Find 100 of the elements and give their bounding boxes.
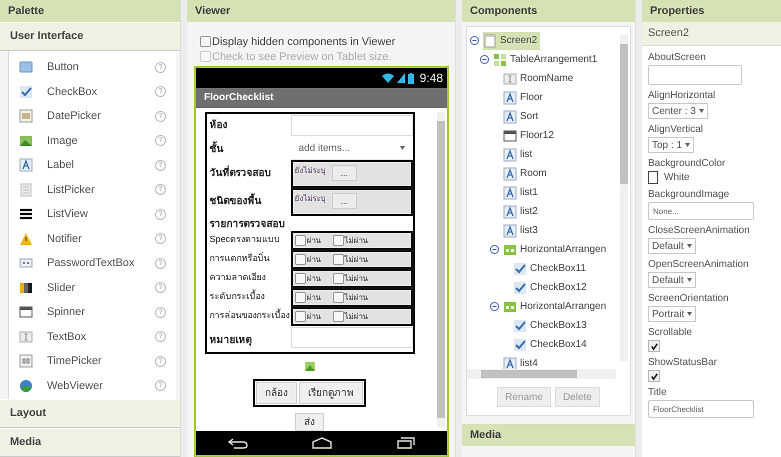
checkbox[interactable]: ผ่าน — [294, 291, 320, 304]
tree-item[interactable]: HorizontalArrangen — [503, 298, 610, 316]
section-header[interactable]: Layout — [0, 399, 180, 428]
color-name: White — [664, 172, 690, 183]
panel-header: Media — [462, 424, 635, 446]
palette-item[interactable]: TextBox — [47, 330, 141, 343]
checkbox[interactable] — [648, 370, 660, 382]
recent-apps-icon[interactable] — [396, 437, 415, 449]
palette-item[interactable]: DatePicker — [47, 110, 141, 122]
phone-button[interactable]: กล้อง — [256, 382, 297, 404]
collapse-icon[interactable] — [480, 55, 489, 64]
palette-item[interactable]: Notifier — [47, 232, 141, 245]
palette-item[interactable]: Label — [47, 159, 141, 172]
form-label: Specตรงตามแบบ — [208, 232, 282, 246]
palette-item[interactable]: WebViewer — [47, 380, 141, 392]
panel-header: Components — [462, 0, 635, 22]
letter-a-icon — [503, 356, 517, 369]
palette-item[interactable]: PasswordTextBox — [47, 257, 141, 270]
picker-button[interactable]: ... — [332, 193, 358, 209]
list-icon — [19, 182, 33, 197]
tree-item[interactable]: CheckBox14 — [513, 336, 590, 354]
tree-item[interactable]: list3 — [503, 222, 541, 240]
checkbox[interactable]: ผ่าน — [294, 272, 320, 285]
property-label: BackgroundImage — [648, 189, 730, 200]
back-icon[interactable] — [228, 437, 248, 449]
tree-item[interactable]: Room — [503, 164, 550, 182]
checkbox-label: Display hidden components in Viewer — [212, 36, 396, 48]
collapse-icon[interactable] — [470, 36, 479, 45]
tree-item[interactable]: Floor12 — [503, 126, 557, 144]
home-icon[interactable] — [312, 437, 332, 449]
palette-item[interactable]: ListPicker — [47, 184, 141, 196]
tree-item[interactable]: list2 — [503, 202, 541, 220]
checkbox[interactable]: ผ่าน — [294, 234, 320, 247]
tree-item[interactable]: CheckBox11 — [513, 260, 589, 278]
tree-item[interactable]: HorizontalArrangen — [503, 240, 610, 258]
dropdown[interactable]: Default — [648, 272, 696, 288]
palette-item[interactable]: Image — [47, 134, 141, 147]
checkbox[interactable]: ไม่ผ่าน — [332, 253, 368, 266]
checkbox[interactable]: ไม่ผ่าน — [332, 310, 368, 323]
scrollbar[interactable] — [620, 35, 628, 361]
section-header[interactable]: User Interface — [0, 22, 180, 51]
battery-icon — [408, 72, 414, 84]
letter-a-icon — [503, 148, 517, 162]
globe-icon — [19, 378, 33, 393]
dropdown-icon — [19, 305, 33, 320]
dropdown[interactable]: Top : 1 — [648, 137, 694, 153]
palette-item[interactable]: Slider — [47, 282, 141, 294]
tree-item[interactable]: list — [503, 146, 536, 164]
section-heading: รายการตรวจสอบ — [208, 218, 286, 231]
text-field[interactable] — [290, 115, 412, 136]
text-field[interactable]: None... — [648, 202, 754, 220]
checkmark-icon — [19, 84, 33, 99]
palette-item[interactable]: CheckBox — [47, 86, 141, 98]
collapse-icon[interactable] — [490, 302, 499, 311]
image-icon — [304, 362, 316, 371]
checkbox[interactable]: ไม่ผ่าน — [332, 291, 368, 304]
tree-item[interactable]: Floor — [503, 88, 546, 106]
collapse-icon[interactable] — [490, 245, 499, 254]
status-time: 9:48 — [420, 71, 443, 85]
dropdown[interactable]: Center : 3 — [648, 103, 708, 119]
picker-field[interactable]: ยังไม่ระบุ ... — [290, 160, 412, 188]
picker-button[interactable]: ... — [332, 165, 358, 181]
columns-icon — [503, 300, 517, 314]
checkbox[interactable]: ผ่าน — [294, 253, 320, 266]
wifi-icon — [382, 73, 394, 83]
dropdown[interactable]: Portrait — [648, 306, 696, 322]
palette-item[interactable]: ListView — [47, 208, 141, 220]
checkbox[interactable] — [648, 340, 660, 352]
tree-item[interactable]: Sort — [503, 108, 542, 126]
color-swatch[interactable] — [648, 171, 658, 184]
send-button[interactable]: ส่ง — [295, 412, 324, 431]
signal-icon — [396, 73, 405, 83]
checkbox[interactable]: ไม่ผ่าน — [332, 272, 368, 285]
picker-field[interactable]: ยังไม่ระบุ ... — [290, 188, 412, 216]
text-field[interactable] — [290, 327, 412, 348]
dropdown[interactable]: Default — [648, 238, 696, 254]
tree-item[interactable]: Screen2 — [483, 32, 540, 50]
palette-item[interactable]: Button — [47, 61, 141, 74]
tree-item[interactable]: CheckBox13 — [513, 316, 590, 334]
scrollbar[interactable] — [437, 112, 445, 427]
checkbox[interactable]: ไม่ผ่าน — [332, 234, 368, 247]
panel-header: Viewer — [187, 0, 455, 22]
checkbox[interactable]: ผ่าน — [294, 310, 320, 323]
text-field[interactable]: FloorChecklist — [648, 400, 754, 418]
palette-item[interactable]: Spinner — [47, 306, 141, 318]
tree-item[interactable]: list1 — [503, 184, 541, 202]
tree-item[interactable]: RoomName — [503, 70, 576, 88]
letter-a-icon — [503, 90, 517, 104]
scrollbar[interactable] — [467, 369, 616, 379]
letter-a-icon — [503, 110, 517, 124]
phone-button[interactable]: เรียกดูภาพ — [299, 382, 363, 404]
checkbox[interactable] — [200, 36, 211, 47]
letter-a-icon — [503, 166, 517, 180]
tree-item[interactable]: TableArrangement1 — [493, 50, 600, 68]
tree-item[interactable]: CheckBox12 — [513, 278, 590, 296]
image-icon — [19, 134, 33, 148]
property-label: OpenScreenAnimation — [648, 259, 749, 270]
section-header[interactable]: Media — [0, 428, 180, 457]
palette-item[interactable]: TimePicker — [47, 355, 141, 368]
warning-icon — [19, 232, 33, 246]
